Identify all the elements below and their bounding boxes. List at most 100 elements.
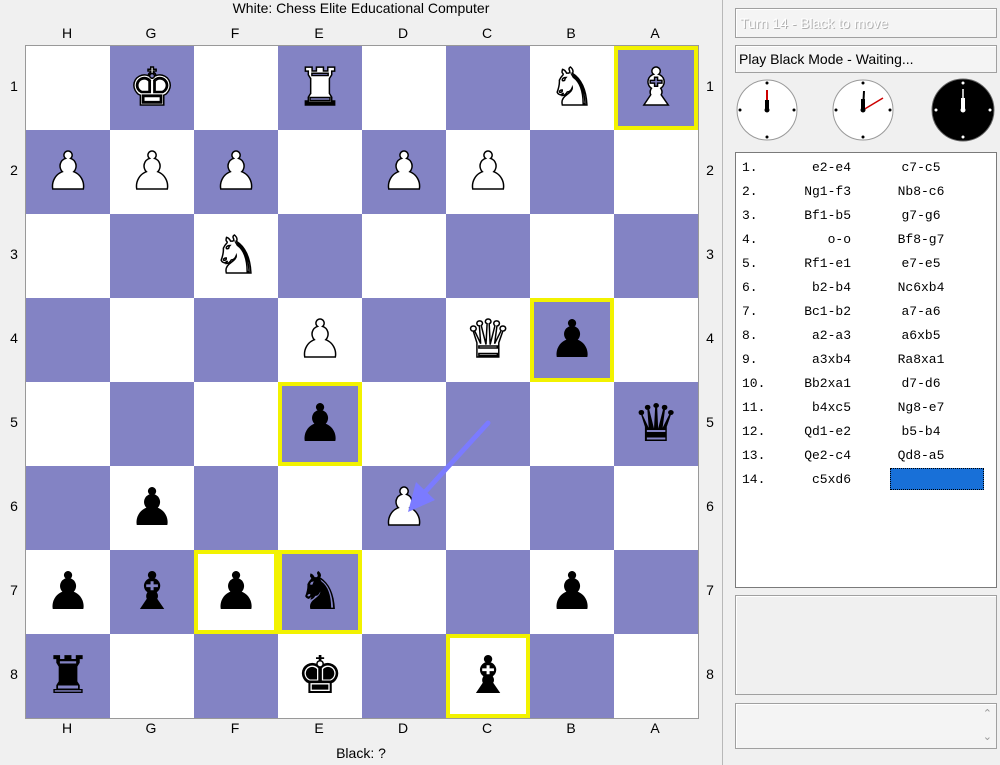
white-piece[interactable]: ♟: [362, 466, 446, 550]
square-f5[interactable]: [194, 382, 278, 466]
scroll-down-icon[interactable]: ⌄: [983, 730, 992, 743]
white-piece[interactable]: ♟: [278, 298, 362, 382]
square-c4[interactable]: ♛: [446, 298, 530, 382]
square-d8[interactable]: [362, 634, 446, 718]
square-d7[interactable]: [362, 550, 446, 634]
black-piece[interactable]: ♛: [614, 382, 698, 466]
square-h6[interactable]: [26, 466, 110, 550]
clock-2-icon: [832, 79, 894, 141]
white-piece[interactable]: ♟: [26, 130, 110, 214]
black-piece[interactable]: ♟: [194, 550, 278, 634]
square-a1[interactable]: ♝: [614, 46, 698, 130]
square-d3[interactable]: [362, 214, 446, 298]
square-e4[interactable]: ♟: [278, 298, 362, 382]
square-a7[interactable]: [614, 550, 698, 634]
white-piece[interactable]: ♟: [446, 130, 530, 214]
square-g7[interactable]: ♝: [110, 550, 194, 634]
square-d1[interactable]: [362, 46, 446, 130]
square-a5[interactable]: ♛: [614, 382, 698, 466]
square-h5[interactable]: [26, 382, 110, 466]
square-c8[interactable]: ♝: [446, 634, 530, 718]
black-piece[interactable]: ♟: [278, 382, 362, 466]
square-g3[interactable]: [110, 214, 194, 298]
square-c5[interactable]: [446, 382, 530, 466]
square-b2[interactable]: [530, 130, 614, 214]
square-f8[interactable]: [194, 634, 278, 718]
white-piece[interactable]: ♞: [530, 46, 614, 130]
file-label: E: [314, 720, 324, 736]
square-c1[interactable]: [446, 46, 530, 130]
square-a6[interactable]: [614, 466, 698, 550]
square-h1[interactable]: [26, 46, 110, 130]
square-a3[interactable]: [614, 214, 698, 298]
square-c7[interactable]: [446, 550, 530, 634]
black-piece[interactable]: ♝: [446, 634, 530, 718]
square-f7[interactable]: ♟: [194, 550, 278, 634]
square-d2[interactable]: ♟: [362, 130, 446, 214]
white-piece[interactable]: ♛: [446, 298, 530, 382]
square-e2[interactable]: [278, 130, 362, 214]
square-a4[interactable]: [614, 298, 698, 382]
square-b4[interactable]: ♟: [530, 298, 614, 382]
square-f1[interactable]: [194, 46, 278, 130]
white-piece[interactable]: ♜: [278, 46, 362, 130]
square-h2[interactable]: ♟: [26, 130, 110, 214]
square-e1[interactable]: ♜: [278, 46, 362, 130]
square-d4[interactable]: [362, 298, 446, 382]
move-list[interactable]: 1. e2-e4 c7-c5 2. Ng1-f3 Nb8-c6 3. Bf1-b5 g7-g6 4…: [735, 152, 997, 588]
square-h8[interactable]: ♜: [26, 634, 110, 718]
black-piece[interactable]: ♟: [26, 550, 110, 634]
white-piece[interactable]: ♞: [194, 214, 278, 298]
black-piece[interactable]: ♜: [26, 634, 110, 718]
scroll-up-icon[interactable]: ⌃: [983, 707, 992, 720]
square-f2[interactable]: ♟: [194, 130, 278, 214]
square-g5[interactable]: [110, 382, 194, 466]
square-g4[interactable]: [110, 298, 194, 382]
white-move: b4xc5: [811, 400, 851, 415]
black-piece[interactable]: ♞: [278, 550, 362, 634]
black-piece[interactable]: ♟: [530, 298, 614, 382]
black-piece[interactable]: ♟: [530, 550, 614, 634]
move-input-field[interactable]: ⌃ ⌄: [735, 703, 997, 749]
square-e8[interactable]: ♚: [278, 634, 362, 718]
white-piece[interactable]: ♟: [362, 130, 446, 214]
square-f6[interactable]: [194, 466, 278, 550]
white-piece[interactable]: ♚: [110, 46, 194, 130]
square-d6[interactable]: ♟: [362, 466, 446, 550]
rank-label: 2: [706, 162, 714, 178]
square-h4[interactable]: [26, 298, 110, 382]
black-piece[interactable]: ♝: [110, 550, 194, 634]
square-f4[interactable]: [194, 298, 278, 382]
black-piece[interactable]: ♚: [278, 634, 362, 718]
square-g6[interactable]: ♟: [110, 466, 194, 550]
square-e3[interactable]: [278, 214, 362, 298]
square-b6[interactable]: [530, 466, 614, 550]
square-b5[interactable]: [530, 382, 614, 466]
square-e7[interactable]: ♞: [278, 550, 362, 634]
black-piece[interactable]: ♟: [110, 466, 194, 550]
white-piece[interactable]: ♟: [194, 130, 278, 214]
square-h7[interactable]: ♟: [26, 550, 110, 634]
square-e5[interactable]: ♟: [278, 382, 362, 466]
white-piece[interactable]: ♝: [614, 46, 698, 130]
white-piece[interactable]: ♟: [110, 130, 194, 214]
square-f3[interactable]: ♞: [194, 214, 278, 298]
square-b7[interactable]: ♟: [530, 550, 614, 634]
white-move: Bf1-b5: [804, 208, 851, 223]
square-a2[interactable]: [614, 130, 698, 214]
square-g1[interactable]: ♚: [110, 46, 194, 130]
square-h3[interactable]: [26, 214, 110, 298]
square-c2[interactable]: ♟: [446, 130, 530, 214]
square-b8[interactable]: [530, 634, 614, 718]
square-b1[interactable]: ♞: [530, 46, 614, 130]
square-c6[interactable]: [446, 466, 530, 550]
square-a8[interactable]: [614, 634, 698, 718]
chess-board[interactable]: ♚ ♜ ♞ ♝ ♟ ♟ ♟ ♟ ♟ ♞ ♟ ♛ ♟ ♟ ♛ ♟ ♟ ♟ ♝ ♟ ♞ ♟ ♜ ♚ ♝: [25, 45, 699, 719]
square-g8[interactable]: [110, 634, 194, 718]
move-entry-cursor[interactable]: [890, 468, 984, 490]
square-c3[interactable]: [446, 214, 530, 298]
square-b3[interactable]: [530, 214, 614, 298]
square-g2[interactable]: ♟: [110, 130, 194, 214]
square-d5[interactable]: [362, 382, 446, 466]
square-e6[interactable]: [278, 466, 362, 550]
